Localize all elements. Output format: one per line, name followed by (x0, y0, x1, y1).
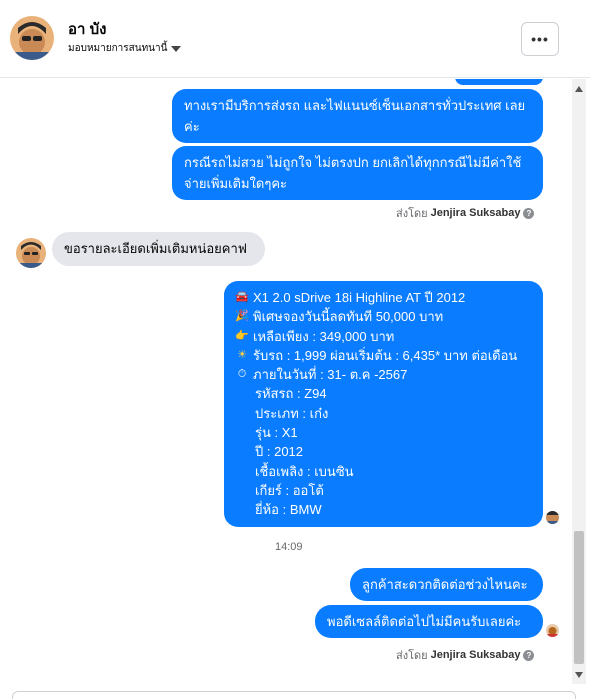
scroll-up-arrow-icon[interactable] (575, 86, 583, 92)
message-thread[interactable]: ทางเรามีบริการส่งรถ และไฟแนนซ์เซ็นเอกสาร… (0, 79, 572, 684)
sun-emoji-icon: ☀ (237, 348, 247, 361)
sender-name[interactable]: Jenjira Suksabay (431, 207, 521, 219)
detail-text: รับรถ : 1,999 ผ่อนเริ่มต้น : 6,435* บาท … (253, 347, 518, 363)
detail-line: 🎉 พิเศษจองวันนี้ลดทันที 50,000 บาท (235, 307, 532, 326)
sender-name[interactable]: Jenjira Suksabay (431, 649, 521, 661)
message-text: พอดีเซลล์ติดต่อไปไม่มีคนรับเลยค่ะ (327, 614, 522, 629)
detail-line: 🚘 X1 2.0 sDrive 18i Highline AT ปี 2012 (235, 288, 532, 307)
message-bubble-outgoing[interactable]: พอดีเซลล์ติดต่อไปไม่มีคนรับเลยค่ะ (315, 605, 543, 638)
assign-conversation-label: มอบหมายการสนทนานี้ (68, 43, 168, 54)
spec-line: เกียร์ : ออโต้ (255, 482, 324, 498)
spec-line: เชื้อเพลิง : เบนซิน (255, 463, 354, 479)
detail-text: X1 2.0 sDrive 18i Highline AT ปี 2012 (253, 290, 466, 305)
spec-line: รุ่น : X1 (255, 425, 298, 441)
party-emoji-icon: 🎉 (235, 310, 249, 323)
info-icon[interactable]: ? (523, 207, 535, 219)
message-bubble-outgoing[interactable]: ลูกค้าสะดวกติดต่อช่วงไหนคะ (350, 568, 543, 601)
stopwatch-emoji-icon: ⏱ (237, 368, 247, 381)
detail-line: 👉 เหลือเพียง : 349,000 บาท (235, 327, 532, 346)
more-horizontal-icon: ••• (531, 31, 549, 47)
contact-avatar-small[interactable] (16, 238, 46, 268)
detail-text: เหลือเพียง : 349,000 บาท (253, 328, 395, 344)
message-text: ทางเรามีบริการส่งรถ และไฟแนนซ์เซ็นเอกสาร… (184, 98, 526, 134)
message-bubble-outgoing[interactable]: กรณีรถไม่สวย ไม่ถูกใจ ไม่ตรงปก ยกเลิกได้… (172, 146, 543, 200)
message-composer[interactable] (12, 691, 576, 699)
message-bubble-outgoing[interactable]: ทางเรามีบริการส่งรถ และไฟแนนซ์เซ็นเอกสาร… (172, 89, 543, 143)
more-options-button[interactable]: ••• (521, 22, 559, 56)
message-bubble-partial (455, 79, 543, 85)
seen-avatar (546, 511, 559, 524)
detail-text: ภายในวันที่ : 31- ต.ค -2567 (253, 367, 408, 383)
car-emoji-icon: 🚘 (235, 291, 249, 303)
caret-down-icon (171, 45, 182, 52)
seen-avatar (546, 624, 559, 637)
scrollbar[interactable] (572, 79, 586, 684)
spec-line: ประเภท : เก๋ง (255, 405, 329, 421)
assign-conversation-dropdown[interactable]: มอบหมายการสนทนานี้ (68, 41, 182, 56)
contact-avatar[interactable] (10, 16, 54, 60)
sent-by-prefix: ส่งโดย (396, 650, 428, 662)
spec-line: ปี : 2012 (255, 444, 304, 460)
scrollbar-thumb[interactable] (574, 531, 584, 664)
detail-line: ⏱ ภายในวันที่ : 31- ต.ค -2567 (235, 365, 532, 384)
message-bubble-car-details[interactable]: 🚘 X1 2.0 sDrive 18i Highline AT ปี 2012 … (224, 281, 543, 527)
scroll-down-arrow-icon[interactable] (575, 672, 583, 678)
message-text: ขอรายละเอียดเพิ่มเติมหน่อยคาฟ (64, 241, 247, 256)
message-text: กรณีรถไม่สวย ไม่ถูกใจ ไม่ตรงปก ยกเลิกได้… (184, 155, 522, 191)
spec-line: ยี่ห้อ : BMW (255, 502, 322, 518)
sent-by-label: ส่งโดย Jenjira Suksabay ? (396, 204, 535, 222)
contact-name[interactable]: อา บัง (68, 17, 106, 41)
info-icon[interactable]: ? (523, 649, 535, 661)
chat-header: อา บัง มอบหมายการสนทนานี้ ••• (0, 0, 590, 78)
sent-by-prefix: ส่งโดย (396, 208, 428, 220)
sent-by-label: ส่งโดย Jenjira Suksabay ? (396, 646, 535, 664)
spec-line: รหัสรถ : Z94 (255, 386, 327, 402)
message-bubble-incoming[interactable]: ขอรายละเอียดเพิ่มเติมหน่อยคาฟ (52, 232, 265, 266)
message-text: ลูกค้าสะดวกติดต่อช่วงไหนคะ (362, 577, 528, 592)
detail-line: ☀ รับรถ : 1,999 ผ่อนเริ่มต้น : 6,435* บา… (235, 346, 532, 365)
detail-text: พิเศษจองวันนี้ลดทันที 50,000 บาท (253, 309, 444, 325)
point-right-emoji-icon: 👉 (235, 329, 249, 342)
message-timestamp: 14:09 (275, 541, 303, 553)
